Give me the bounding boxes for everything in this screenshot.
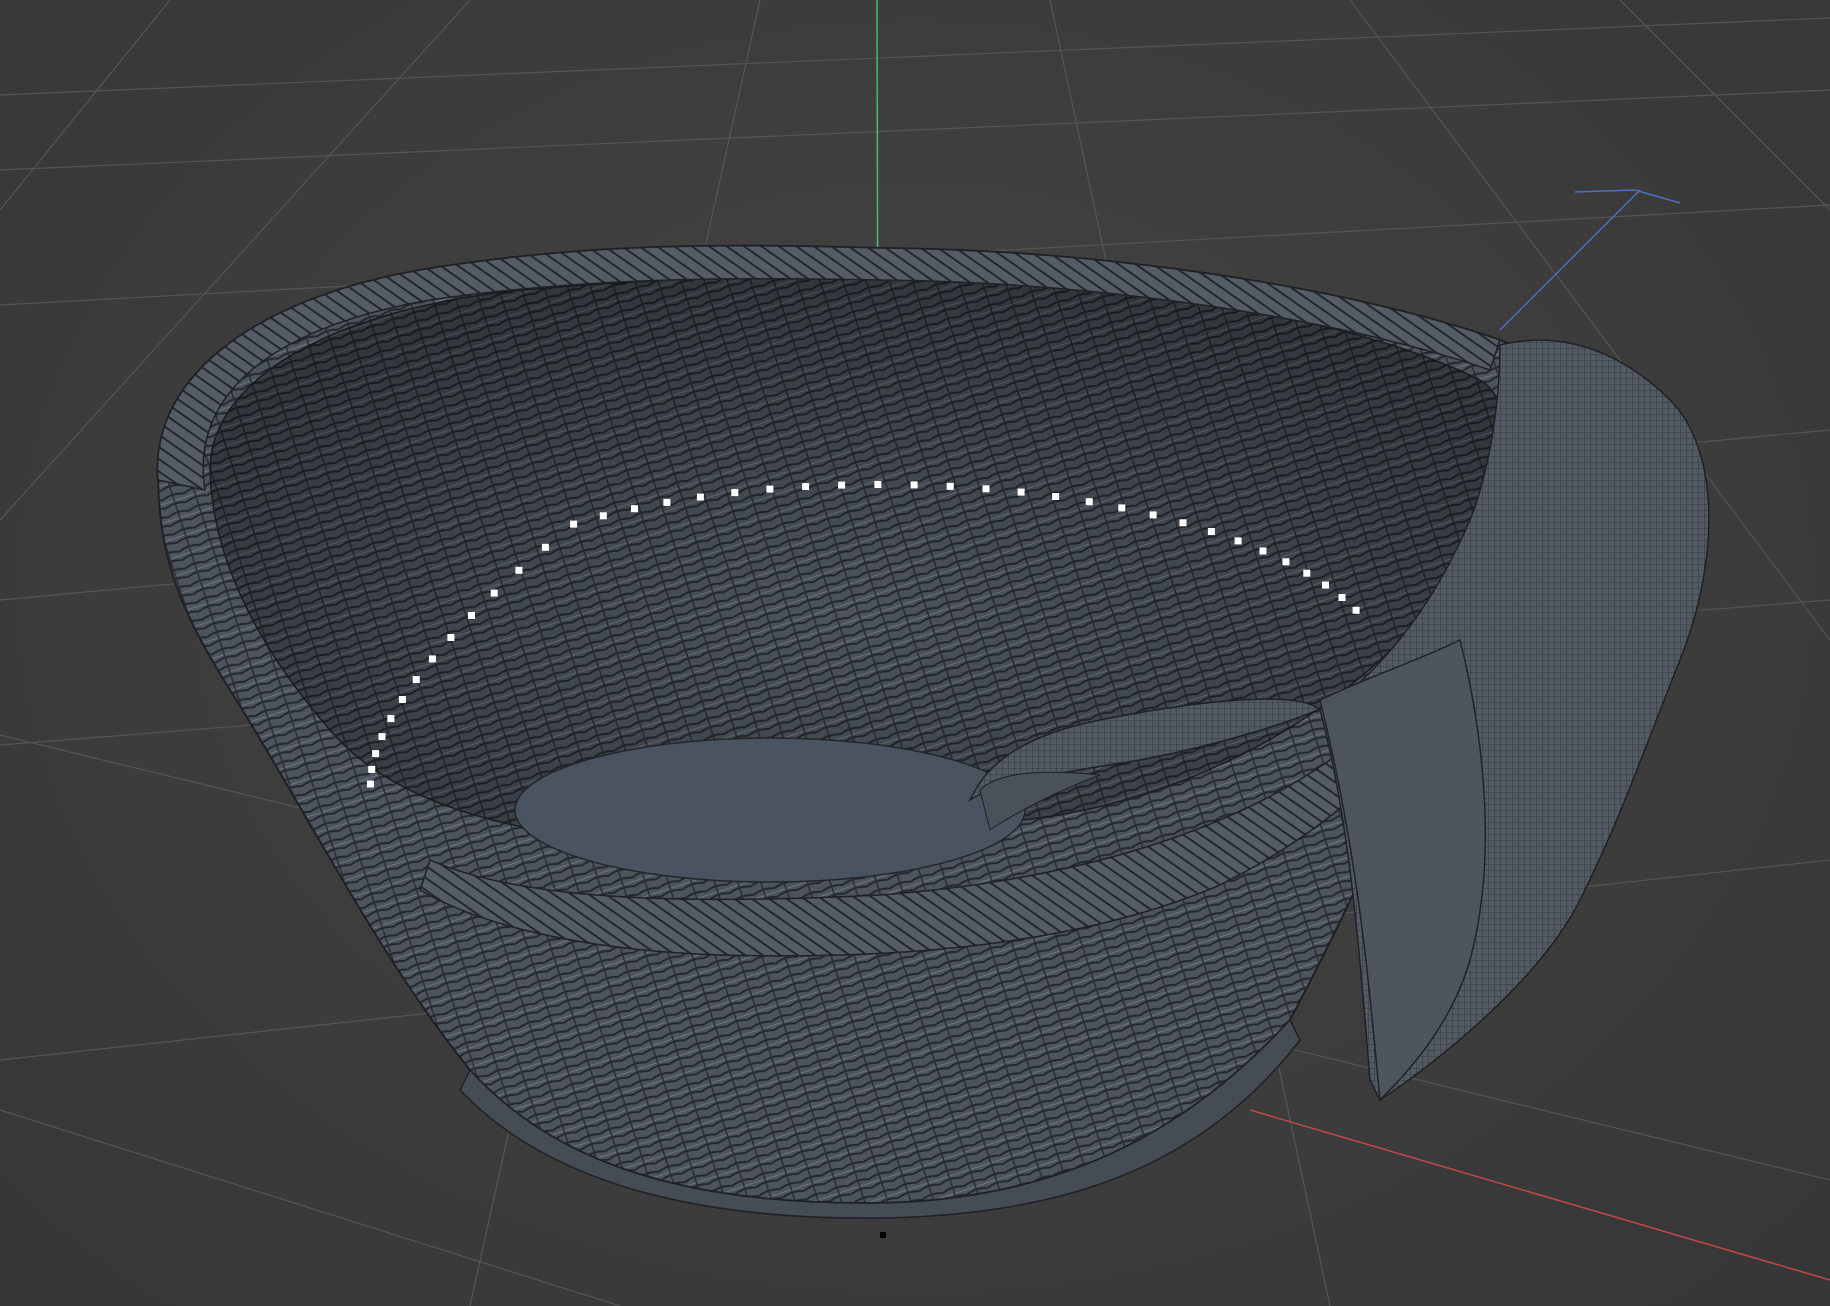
- selected-vertex[interactable]: [1259, 547, 1267, 555]
- selected-vertex[interactable]: [838, 481, 846, 489]
- selected-vertex[interactable]: [696, 493, 704, 501]
- basket-floor: [514, 737, 1026, 883]
- selected-vertex[interactable]: [946, 482, 954, 490]
- z-axis-line: [1499, 189, 1641, 331]
- selected-vertex[interactable]: [1234, 537, 1242, 545]
- selected-vertex[interactable]: [490, 589, 498, 597]
- selected-vertex[interactable]: [378, 733, 386, 741]
- selected-vertex[interactable]: [1017, 488, 1025, 496]
- selected-vertex[interactable]: [1179, 519, 1187, 527]
- x-axis-line: [1249, 1109, 1830, 1281]
- selected-vertex[interactable]: [1118, 504, 1126, 512]
- selected-vertex[interactable]: [599, 512, 607, 520]
- z-axis-arrow: [1574, 189, 1681, 204]
- selected-vertex[interactable]: [515, 566, 523, 574]
- selected-vertex[interactable]: [398, 696, 406, 703]
- selected-vertex[interactable]: [1052, 493, 1060, 500]
- selected-vertex[interactable]: [1085, 498, 1093, 506]
- selected-vertex[interactable]: [766, 485, 774, 493]
- origin-marker: [880, 1232, 886, 1238]
- selected-vertex[interactable]: [447, 634, 455, 641]
- selected-vertex[interactable]: [412, 676, 420, 684]
- 3d-viewport[interactable]: [0, 0, 1830, 1306]
- selected-vertex[interactable]: [1149, 511, 1157, 519]
- selected-vertex[interactable]: [1352, 606, 1360, 614]
- selected-vertex[interactable]: [468, 612, 475, 619]
- selected-vertex[interactable]: [663, 498, 671, 506]
- selected-vertex[interactable]: [372, 750, 380, 758]
- selected-vertex[interactable]: [366, 780, 374, 788]
- selected-vertex[interactable]: [982, 485, 990, 493]
- selected-vertex[interactable]: [541, 543, 549, 551]
- viewport-canvas[interactable]: [0, 0, 1830, 1306]
- selected-vertex[interactable]: [1207, 528, 1215, 535]
- selected-vertex[interactable]: [1282, 558, 1290, 566]
- selected-vertex[interactable]: [1322, 581, 1329, 589]
- selected-vertex[interactable]: [368, 765, 376, 773]
- selected-vertex[interactable]: [570, 520, 578, 528]
- selected-vertex[interactable]: [387, 715, 395, 723]
- selected-vertex[interactable]: [1303, 569, 1311, 577]
- selected-vertex[interactable]: [802, 483, 810, 491]
- selected-vertex[interactable]: [874, 481, 882, 488]
- selected-vertex[interactable]: [631, 505, 638, 513]
- selected-vertex[interactable]: [910, 481, 918, 489]
- selected-vertex[interactable]: [428, 655, 436, 663]
- selected-vertex[interactable]: [731, 489, 739, 497]
- selected-vertex[interactable]: [1338, 594, 1346, 601]
